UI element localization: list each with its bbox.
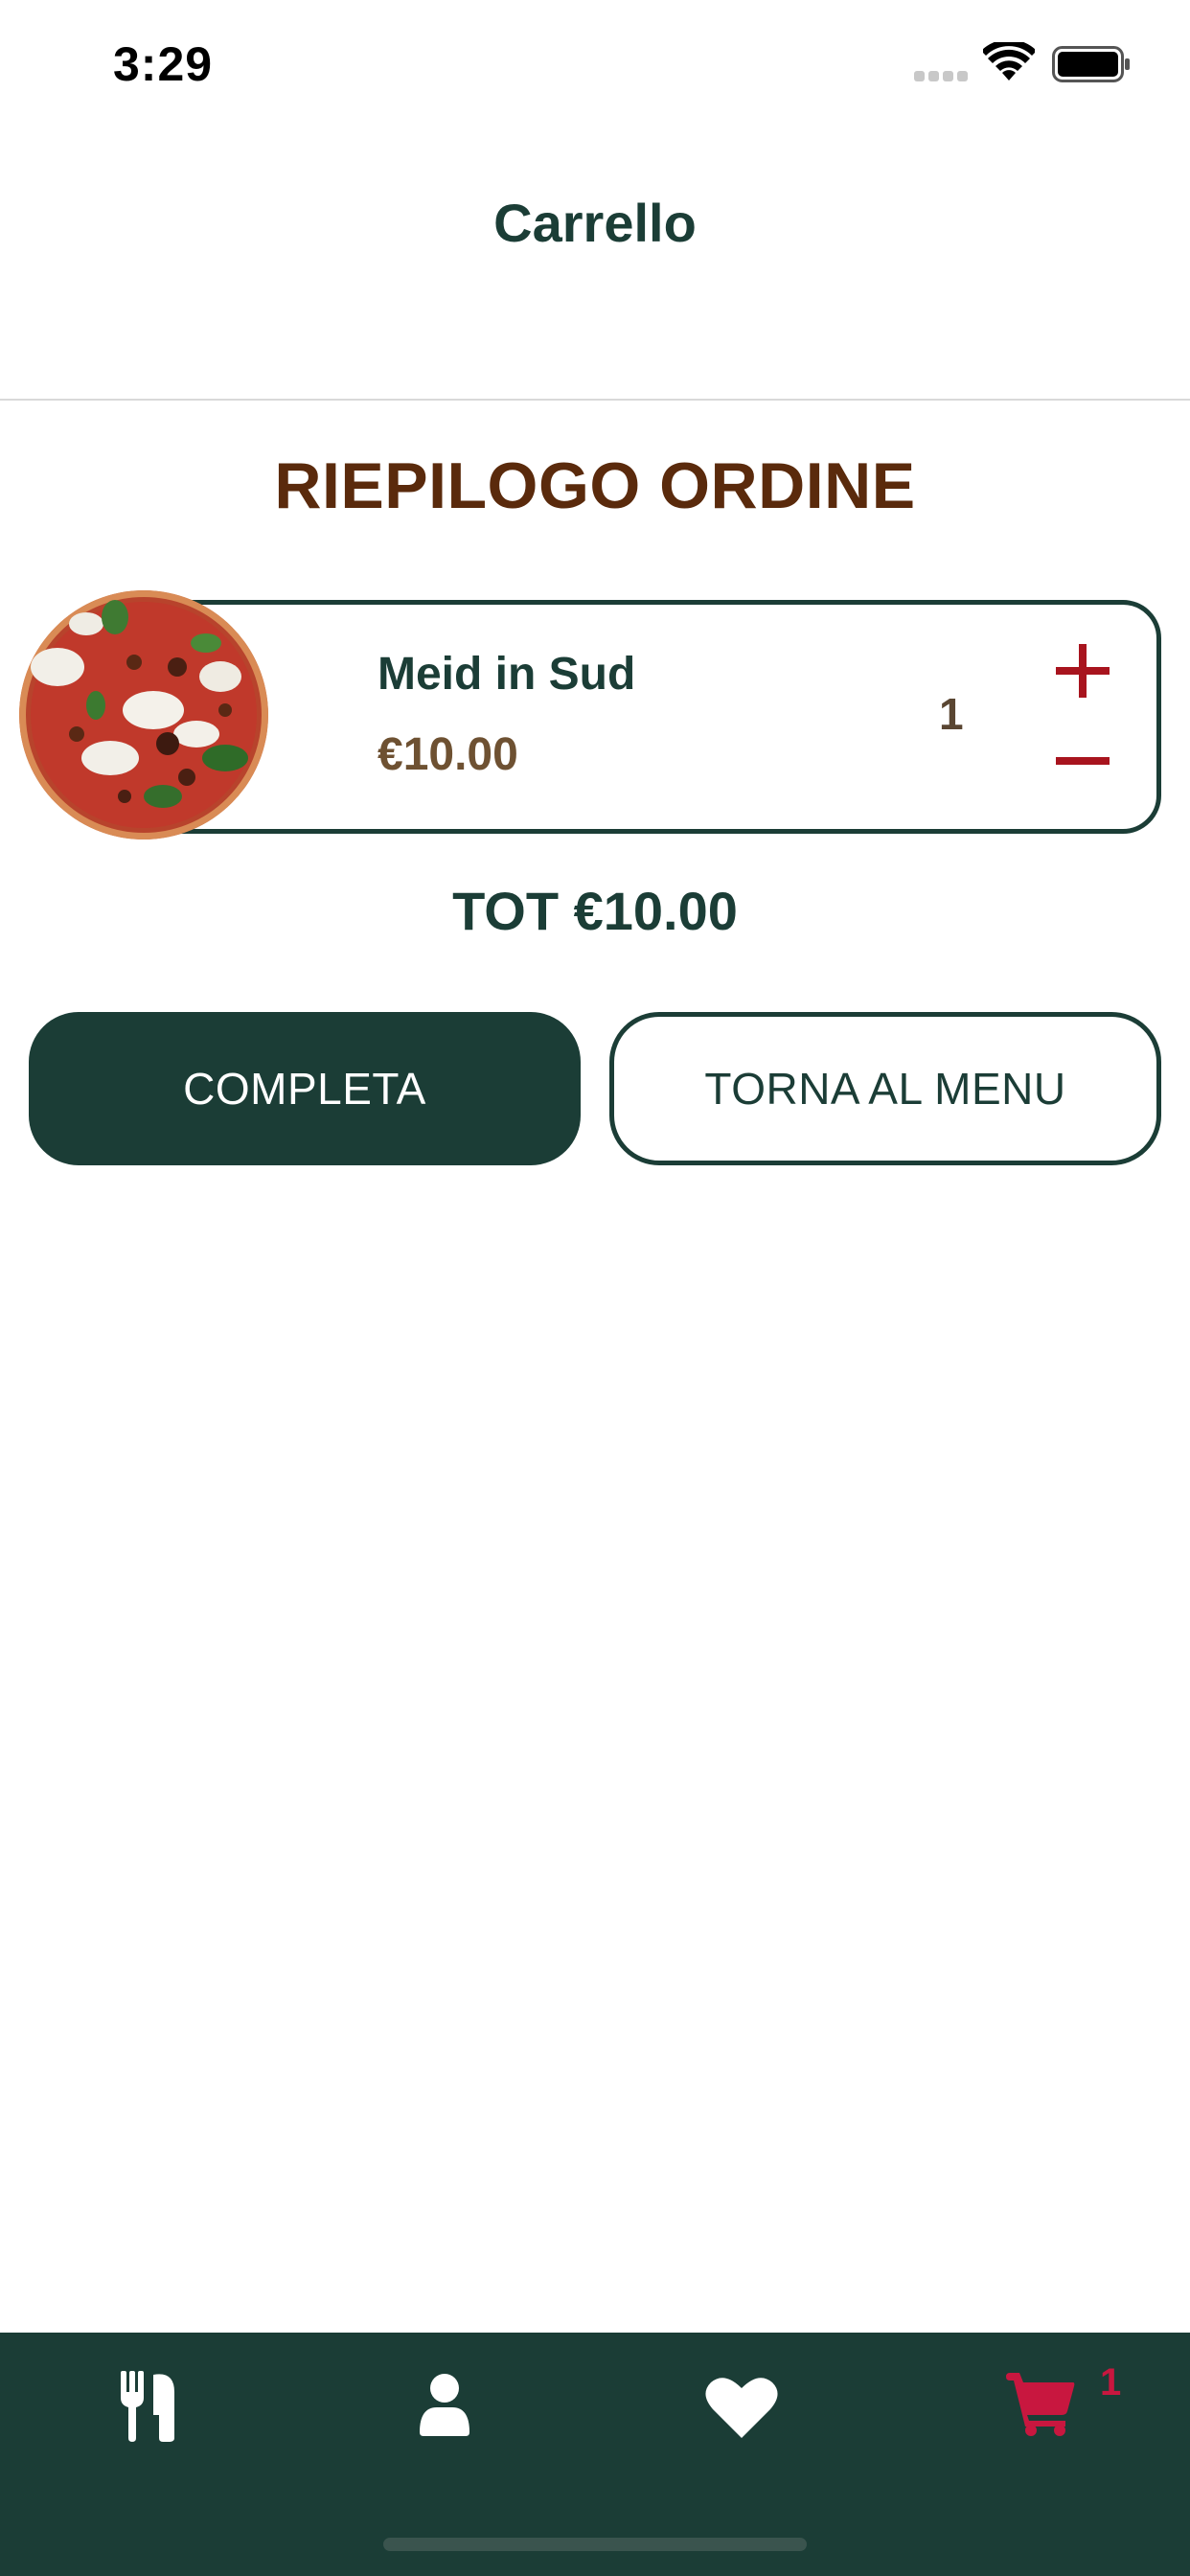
decrease-quantity-minus-icon[interactable] [1054, 732, 1111, 790]
heart-icon [705, 2378, 778, 2438]
order-summary-title: RIEPILOGO ORDINE [274, 449, 916, 522]
user-icon [420, 2374, 469, 2436]
order-total: TOT €10.00 [452, 881, 738, 941]
home-indicator[interactable] [383, 2538, 807, 2551]
page-title: Carrello [493, 193, 697, 253]
wifi-icon [983, 42, 1035, 80]
item-name: Meid in Sud [378, 649, 636, 700]
cart-item-card [144, 600, 1161, 834]
complete-order-button[interactable]: COMPLETA [29, 1012, 581, 1165]
status-time: 3:29 [113, 37, 214, 91]
fork-knife-icon [121, 2371, 174, 2442]
tab-menu[interactable] [0, 2333, 297, 2476]
item-quantity: 1 [939, 689, 964, 739]
item-price: €10.00 [378, 729, 518, 780]
pizza-photo [19, 590, 268, 840]
back-to-menu-button[interactable]: TORNA AL MENU [609, 1012, 1161, 1165]
navigation-bar: Carrello [0, 125, 1190, 401]
cart-count-badge: 1 [1100, 2361, 1122, 2404]
cellular-signal-icon [914, 71, 970, 82]
cart-item: Meid in Sud €10.00 1 [0, 588, 1190, 840]
battery-icon [1052, 46, 1130, 82]
tab-bar: 1 [0, 2333, 1190, 2576]
increase-quantity-plus-icon[interactable] [1054, 642, 1111, 700]
status-bar: 3:29 [0, 0, 1190, 125]
tab-favorites[interactable] [594, 2333, 891, 2476]
tab-cart[interactable] [891, 2333, 1188, 2476]
cart-icon [1006, 2373, 1075, 2436]
tab-profile[interactable] [297, 2333, 594, 2476]
